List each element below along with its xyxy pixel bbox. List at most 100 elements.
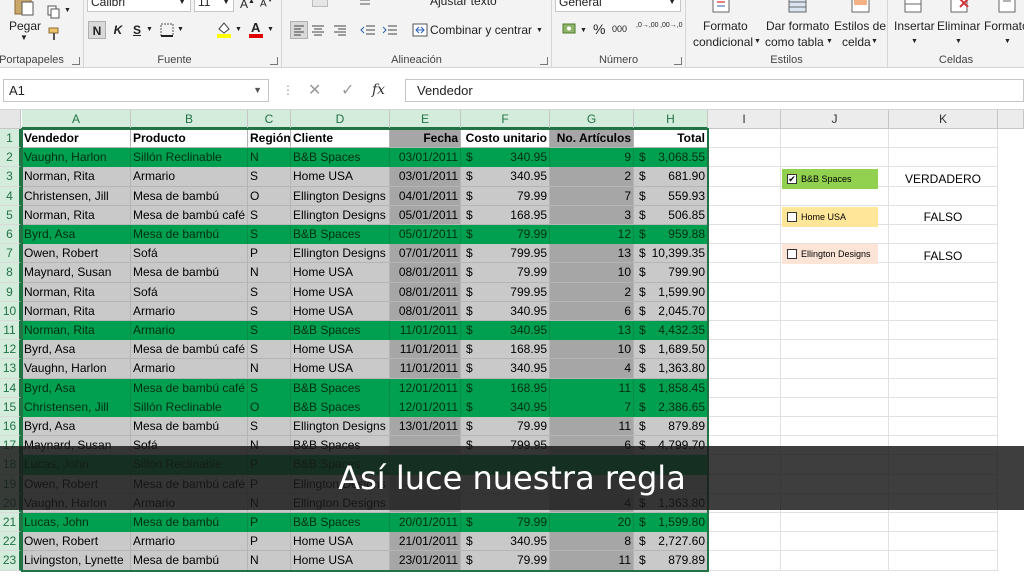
wrap-text-button[interactable]: Ajustar texto bbox=[430, 0, 497, 8]
empty-cell[interactable] bbox=[889, 301, 998, 321]
empty-cell[interactable] bbox=[781, 148, 889, 168]
cell-costo[interactable]: $79.99 bbox=[461, 263, 550, 283]
fill-color-icon[interactable] bbox=[215, 20, 233, 38]
cell-articulos[interactable]: 7 bbox=[550, 186, 634, 206]
empty-cell[interactable] bbox=[781, 321, 889, 341]
empty-cell[interactable] bbox=[889, 263, 998, 283]
accounting-format-icon[interactable] bbox=[562, 21, 578, 37]
cell-vendedor[interactable]: Norman, Rita bbox=[22, 205, 131, 225]
cell-articulos[interactable]: 2 bbox=[550, 282, 634, 302]
format-table-dropdown-icon[interactable]: ▼ bbox=[826, 38, 833, 45]
cell-costo[interactable]: $168.95 bbox=[461, 378, 550, 398]
name-box[interactable]: A1 ▼ bbox=[3, 79, 269, 102]
delete-cells-button[interactable]: Eliminar bbox=[937, 19, 980, 33]
paste-dropdown-icon[interactable]: ▼ bbox=[20, 33, 28, 42]
cell-fecha[interactable]: 08/01/2011 bbox=[390, 263, 461, 283]
cell-costo[interactable]: $79.99 bbox=[461, 551, 550, 571]
cell-total[interactable]: $879.89 bbox=[634, 551, 708, 571]
cell-producto[interactable]: Sillón Reclinable bbox=[131, 397, 248, 417]
cell-region[interactable]: O bbox=[248, 186, 291, 206]
cell-total[interactable]: $1,363.80 bbox=[634, 359, 708, 379]
paste-button[interactable]: Pegar bbox=[9, 19, 41, 33]
row-header-7[interactable]: 7 bbox=[0, 244, 21, 264]
column-title-fecha[interactable]: Fecha bbox=[390, 129, 461, 149]
cell-total[interactable]: $2,386.65 bbox=[634, 397, 708, 417]
cell-styles-dropdown-icon[interactable]: ▼ bbox=[871, 38, 878, 45]
increase-decimal-button[interactable]: ,0→,00 bbox=[636, 22, 659, 30]
select-all-corner[interactable] bbox=[0, 110, 21, 129]
empty-cell[interactable] bbox=[708, 225, 781, 245]
empty-cell[interactable] bbox=[781, 532, 889, 552]
empty-cell[interactable] bbox=[889, 378, 998, 398]
column-title-total[interactable]: Total bbox=[634, 129, 708, 149]
cell-cliente[interactable]: Home USA bbox=[291, 340, 390, 360]
cell-fecha[interactable]: 05/01/2011 bbox=[390, 205, 461, 225]
cell-producto[interactable]: Mesa de bambú bbox=[131, 513, 248, 533]
cell-region[interactable]: S bbox=[248, 225, 291, 245]
empty-cell[interactable] bbox=[708, 205, 781, 225]
merge-center-button[interactable]: Combinar y centrar bbox=[430, 23, 532, 37]
cell-fecha[interactable]: 23/01/2011 bbox=[390, 551, 461, 571]
column-title-cliente[interactable]: Cliente bbox=[291, 129, 390, 149]
empty-cell[interactable] bbox=[781, 513, 889, 533]
decrease-decimal-button[interactable]: ,00→,0 bbox=[660, 22, 683, 30]
cell-region[interactable]: N bbox=[248, 359, 291, 379]
row-header-12[interactable]: 12 bbox=[0, 340, 21, 360]
delete-dropdown-icon[interactable]: ▼ bbox=[955, 38, 962, 45]
cell-region[interactable]: S bbox=[248, 282, 291, 302]
cell-cliente[interactable]: B&B Spaces bbox=[291, 397, 390, 417]
cell-producto[interactable]: Armario bbox=[131, 321, 248, 341]
cell-costo[interactable]: $79.99 bbox=[461, 186, 550, 206]
empty-cell[interactable] bbox=[889, 359, 998, 379]
row-header-13[interactable]: 13 bbox=[0, 359, 21, 379]
cell-producto[interactable]: Mesa de bambú café bbox=[131, 205, 248, 225]
cell-vendedor[interactable]: Norman, Rita bbox=[22, 167, 131, 187]
cell-region[interactable]: S bbox=[248, 378, 291, 398]
format-painter-icon[interactable] bbox=[47, 27, 61, 41]
cell-styles-label-1[interactable]: Estilos de bbox=[834, 19, 886, 33]
cell-fecha[interactable]: 21/01/2011 bbox=[390, 532, 461, 552]
cell-costo[interactable]: $340.95 bbox=[461, 321, 550, 341]
cell-cliente[interactable]: Home USA bbox=[291, 263, 390, 283]
cell-vendedor[interactable]: Owen, Robert bbox=[22, 532, 131, 552]
cancel-icon[interactable]: ✕ bbox=[308, 79, 321, 102]
cell-total[interactable]: $559.93 bbox=[634, 186, 708, 206]
column-title-articulos[interactable]: No. Artículos bbox=[550, 129, 634, 149]
checkbox-bb-spaces-box[interactable]: ✔ bbox=[787, 174, 797, 184]
cell-fecha[interactable]: 07/01/2011 bbox=[390, 244, 461, 264]
column-header-b[interactable]: B bbox=[131, 110, 248, 129]
format-table-label-2[interactable]: como tabla bbox=[765, 35, 824, 49]
cell-articulos[interactable]: 6 bbox=[550, 301, 634, 321]
conditional-format-dropdown-icon[interactable]: ▼ bbox=[754, 38, 761, 45]
cell-region[interactable]: S bbox=[248, 340, 291, 360]
underline-dropdown-icon[interactable]: ▼ bbox=[146, 26, 153, 33]
checkbox-ellington-designs-box[interactable] bbox=[787, 249, 797, 259]
cell-region[interactable]: S bbox=[248, 205, 291, 225]
cell-fecha[interactable]: 04/01/2011 bbox=[390, 186, 461, 206]
empty-cell[interactable] bbox=[708, 244, 781, 264]
cell-region[interactable]: P bbox=[248, 532, 291, 552]
cell-producto[interactable]: Mesa de bambú café bbox=[131, 378, 248, 398]
cell-costo[interactable]: $799.95 bbox=[461, 282, 550, 302]
cell-cliente[interactable]: B&B Spaces bbox=[291, 513, 390, 533]
name-box-dropdown-icon[interactable]: ▼ bbox=[253, 80, 262, 101]
cell-producto[interactable]: Mesa de bambú bbox=[131, 186, 248, 206]
cell-total[interactable]: $799.90 bbox=[634, 263, 708, 283]
empty-cell[interactable] bbox=[708, 397, 781, 417]
row-header-1[interactable]: 1 bbox=[0, 129, 21, 149]
column-header-k[interactable]: K bbox=[889, 110, 998, 129]
row-header-4[interactable]: 4 bbox=[0, 186, 21, 206]
cell-costo[interactable]: $79.99 bbox=[461, 417, 550, 437]
underline-button[interactable]: S bbox=[128, 21, 146, 39]
row-header-2[interactable]: 2 bbox=[0, 148, 21, 168]
cell-region[interactable]: S bbox=[248, 417, 291, 437]
delete-cells-icon[interactable] bbox=[950, 0, 970, 14]
empty-cell[interactable] bbox=[781, 225, 889, 245]
copy-icon[interactable] bbox=[47, 5, 61, 19]
cell-costo[interactable]: $340.95 bbox=[461, 397, 550, 417]
cell-costo[interactable]: $340.95 bbox=[461, 301, 550, 321]
empty-cell[interactable] bbox=[889, 225, 998, 245]
cell-cliente[interactable]: Ellington Designs bbox=[291, 417, 390, 437]
cell-vendedor[interactable]: Byrd, Asa bbox=[22, 417, 131, 437]
format-dropdown-icon[interactable]: ▼ bbox=[1004, 38, 1011, 45]
